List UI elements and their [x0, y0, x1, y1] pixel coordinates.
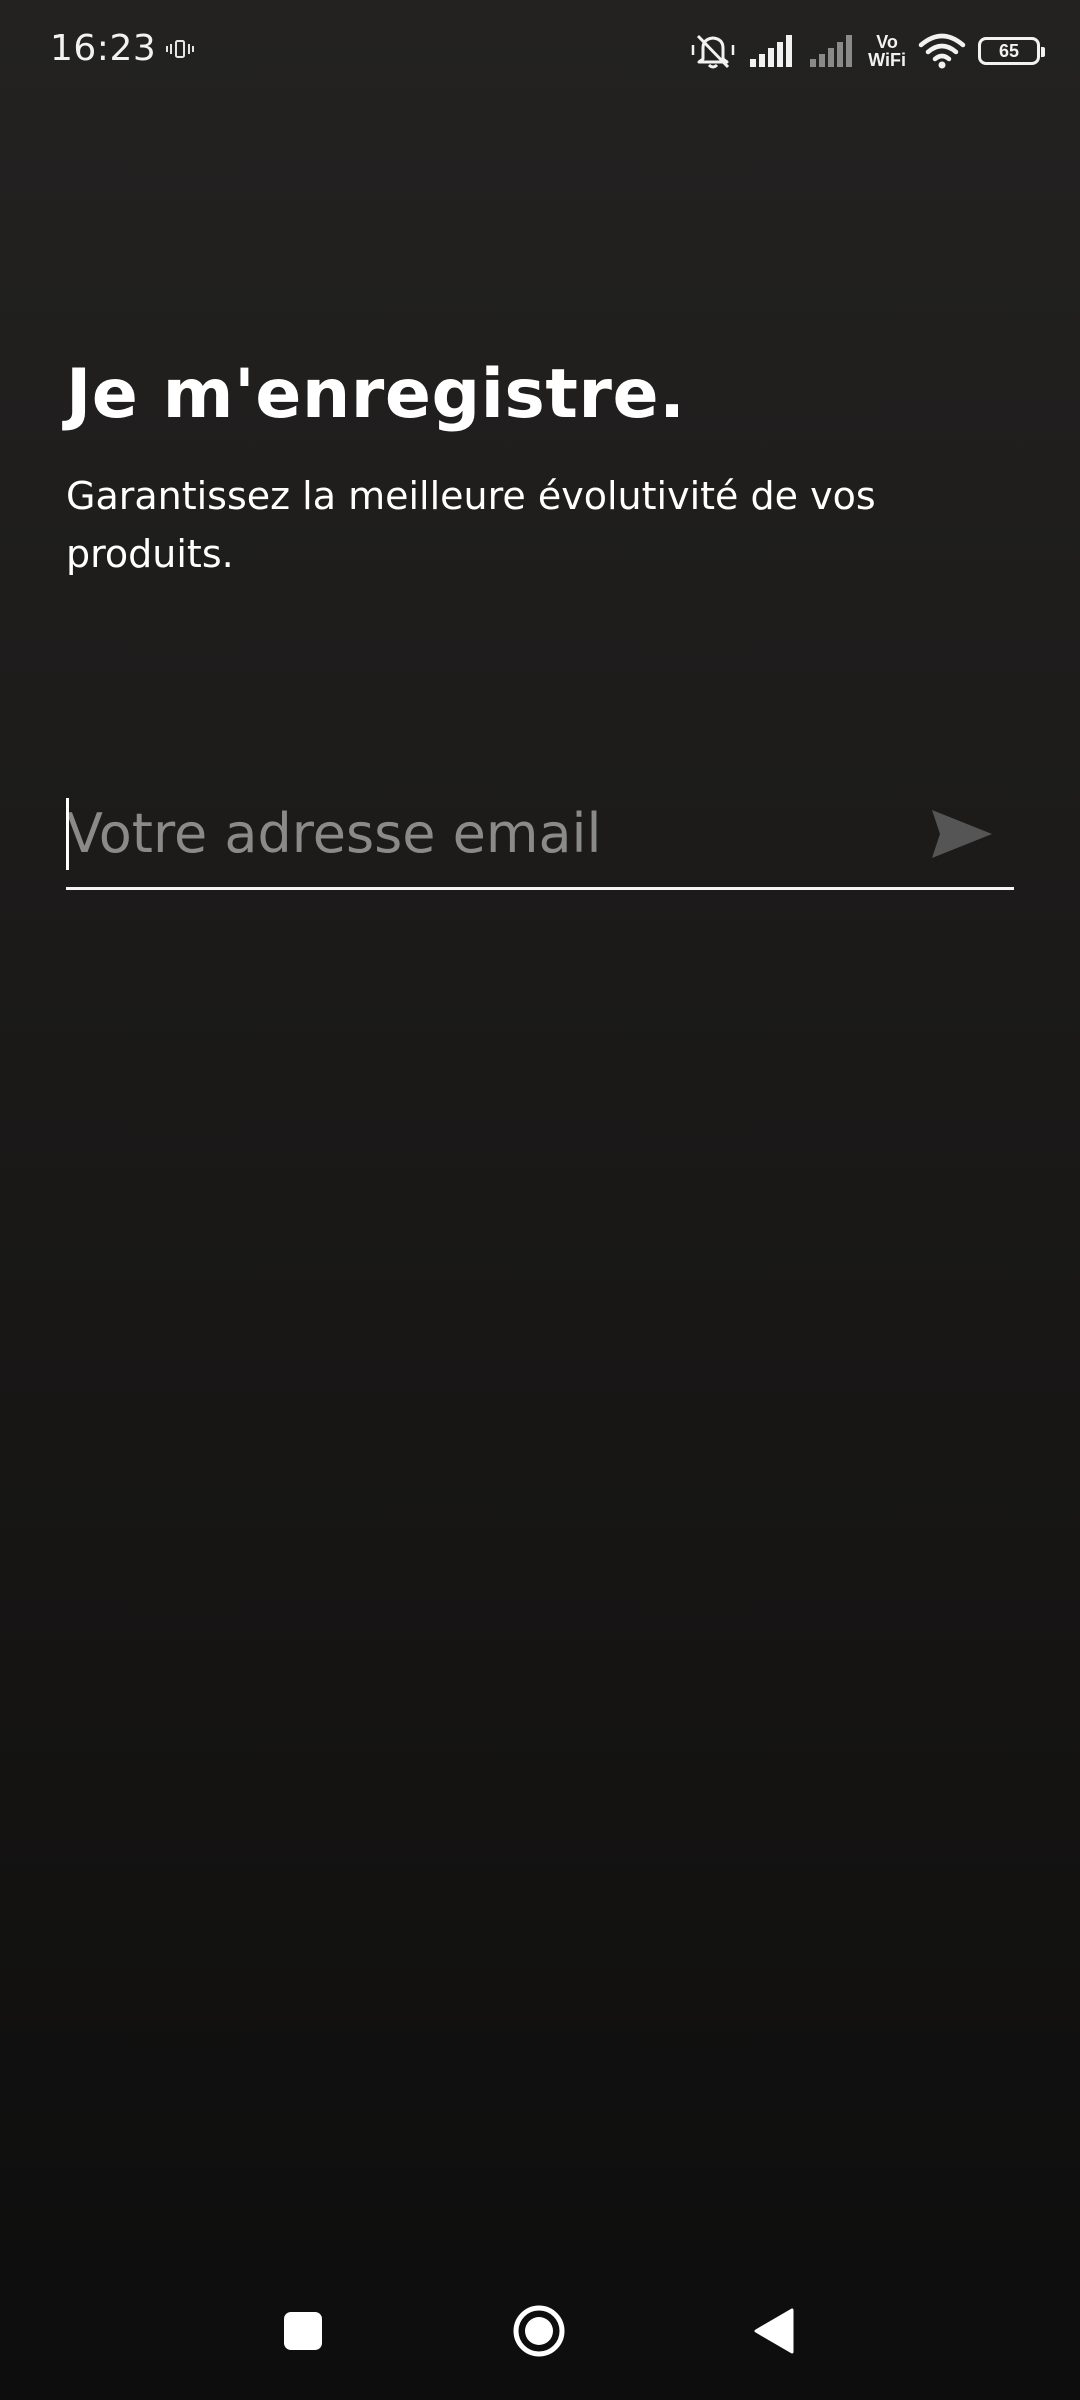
vibrate-icon [166, 40, 194, 58]
status-bar: 16:23 Vo WiFi 65 [0, 0, 1080, 100]
page-subtitle: Garantissez la meilleure évolutivité de … [66, 474, 876, 576]
status-time: 16:23 [50, 28, 157, 69]
page-title: Je m'enregistre. [66, 355, 686, 434]
vowifi-indicator: Vo WiFi [868, 33, 906, 69]
wifi-icon [918, 33, 966, 69]
send-icon[interactable] [930, 808, 994, 860]
battery-icon: 65 [978, 37, 1045, 65]
mute-icon [691, 34, 735, 69]
vowifi-bottom-label: WiFi [868, 50, 906, 70]
home-icon[interactable] [512, 2304, 566, 2358]
signal-icon [750, 35, 793, 67]
back-icon[interactable] [754, 2308, 794, 2354]
status-icons: Vo WiFi 65 [690, 26, 1045, 76]
battery-level: 65 [998, 40, 1020, 61]
text-caret [66, 798, 69, 870]
signal-weak-icon [810, 35, 853, 67]
email-field-row [66, 780, 1014, 890]
recents-icon[interactable] [284, 2312, 322, 2350]
register-screen: 16:23 Vo WiFi 65 Je m'enregistre. Garant… [0, 0, 1080, 2400]
email-input[interactable] [66, 794, 906, 872]
vowifi-top-label: Vo [876, 32, 898, 52]
system-nav-bar [0, 2270, 1080, 2390]
